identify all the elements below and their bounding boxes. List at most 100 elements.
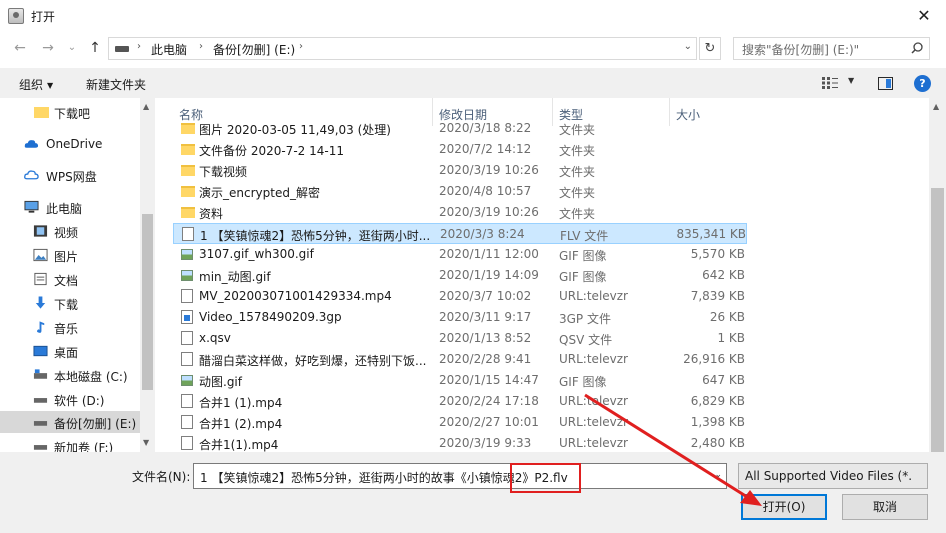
file-size: 6,829 KB: [690, 394, 745, 408]
file-row[interactable]: min_动图.gif 2020/1/19 14:09 GIF 图像 642 KB: [173, 265, 747, 286]
drive-icon: [33, 421, 48, 426]
filename-input[interactable]: 1 【笑镇惊魂2】恐怖5分钟，逛街两小时的故事《小镇惊魂2》P2.flv ⌄: [193, 463, 727, 489]
file-name: 演示_encrypted_解密: [199, 186, 320, 200]
sidebar-item-documents[interactable]: 文档: [0, 268, 140, 290]
breadcrumb-separator-icon: ›: [199, 41, 203, 52]
sidebar-item-label: 此电脑: [46, 202, 83, 216]
view-dropdown-icon[interactable]: ▼: [848, 76, 854, 85]
file-row[interactable]: 合并1(1).mp4 2020/3/19 9:33 URL:televzr 2,480…: [173, 433, 747, 452]
sidebar-item-onedrive[interactable]: OneDrive: [0, 133, 140, 155]
search-input[interactable]: 搜索"备份[勿删] (E:)": [733, 37, 930, 60]
scroll-up-icon[interactable]: ▲: [143, 102, 149, 111]
forward-arrow-icon[interactable]: →: [38, 38, 58, 58]
view-options-icon[interactable]: [822, 77, 838, 89]
breadcrumb-separator-icon: ›: [137, 41, 141, 52]
refresh-icon[interactable]: ↻: [699, 37, 721, 60]
file-row[interactable]: Video_1578490209.3gp 2020/3/11 9:17 3GP 文件…: [173, 307, 747, 328]
navigation-pane: 下载吧 OneDrive WPS网盘 此电脑 视频 图片 文档 下载 音乐 桌面…: [0, 98, 155, 452]
sidebar-item-drive-c[interactable]: 本地磁盘 (C:): [0, 364, 140, 386]
file-name: 资料: [199, 207, 224, 221]
file-type: URL:televzr: [559, 352, 628, 366]
file-list-scroll-thumb[interactable]: [931, 188, 944, 452]
file-row[interactable]: x.qsv 2020/1/13 8:52 QSV 文件 1 KB: [173, 328, 747, 349]
close-icon[interactable]: ✕: [910, 3, 938, 29]
file-date: 2020/2/24 17:18: [439, 394, 539, 408]
file-icon: [181, 352, 193, 366]
sidebar-item-drive-d[interactable]: 软件 (D:): [0, 388, 140, 410]
file-row[interactable]: 动图.gif 2020/1/15 14:47 GIF 图像 647 KB: [173, 370, 747, 391]
file-row[interactable]: MV_202003071001429334.mp4 2020/3/7 10:02 U…: [173, 286, 747, 307]
breadcrumb-drive-e[interactable]: 备份[勿删] (E:): [213, 41, 295, 58]
file-size: 1,398 KB: [690, 415, 745, 429]
recent-locations-chevron-icon[interactable]: ⌄: [62, 38, 82, 58]
file-date: 2020/7/2 14:12: [439, 142, 532, 156]
sidebar-item-label: 下载吧: [54, 107, 91, 121]
sidebar-scrollbar[interactable]: ▲ ▼: [140, 98, 155, 452]
file-name: 下载视频: [199, 165, 248, 179]
file-list-scrollbar[interactable]: ▲: [929, 98, 946, 452]
sidebar-item-pictures[interactable]: 图片: [0, 244, 140, 266]
organize-button[interactable]: 组织 ▼: [19, 76, 53, 93]
address-bar[interactable]: › 此电脑 › 备份[勿删] (E:) › ⌄: [108, 37, 697, 60]
help-icon[interactable]: ?: [914, 75, 931, 92]
file-type: URL:televzr: [559, 394, 628, 408]
sidebar-item-desktop[interactable]: 桌面: [0, 340, 140, 362]
sidebar-item-videos[interactable]: 视频: [0, 220, 140, 242]
back-arrow-icon[interactable]: ←: [10, 38, 30, 58]
file-type: URL:televzr: [559, 415, 628, 429]
file-row[interactable]: 图片 2020-03-05 11,49,03 (处理) 2020/3/18 8:2…: [173, 118, 747, 139]
scroll-down-icon[interactable]: ▼: [143, 438, 149, 447]
file-row[interactable]: 文件备份 2020-7-2 14-11 2020/7/2 14:12 文件夹: [173, 139, 747, 160]
file-size: 5,570 KB: [690, 247, 745, 261]
up-arrow-icon[interactable]: ↑: [85, 38, 105, 58]
sidebar-item-label: 文档: [54, 274, 79, 288]
file-row[interactable]: 资料 2020/3/19 10:26 文件夹: [173, 202, 747, 223]
file-icon: [181, 394, 193, 408]
file-row[interactable]: 3107.gif_wh300.gif 2020/1/11 12:00 GIF 图像 5…: [173, 244, 747, 265]
sidebar-item-this-pc[interactable]: 此电脑: [0, 196, 140, 218]
file-type-filter[interactable]: All Supported Video Files (*.: [738, 463, 928, 489]
file-name: 醋溜白菜这样做，好吃到爆，还特别下饭...: [199, 354, 427, 368]
video-file-icon: [181, 310, 193, 324]
cancel-button[interactable]: 取消: [842, 494, 928, 520]
sidebar-item-label: 下载: [54, 298, 79, 312]
sidebar-item-drive-e[interactable]: 备份[勿删] (E:): [0, 411, 140, 433]
file-date: 2020/3/3 8:24: [440, 227, 525, 241]
sidebar-scroll-thumb[interactable]: [142, 214, 153, 390]
window-title: 打开: [31, 10, 56, 24]
file-name: 合并1(1).mp4: [199, 438, 279, 452]
scroll-up-icon[interactable]: ▲: [933, 102, 939, 111]
file-name: 文件备份 2020-7-2 14-11: [199, 144, 344, 158]
picture-folder-icon: [33, 248, 48, 262]
sidebar-item-music[interactable]: 音乐: [0, 316, 140, 338]
file-row[interactable]: 醋溜白菜这样做，好吃到爆，还特别下饭... 2020/2/28 9:41 URL:t…: [173, 349, 747, 370]
file-name: 3107.gif_wh300.gif: [199, 247, 314, 261]
annotation-highlight-box: [510, 463, 581, 493]
sidebar-item-xiazaiba[interactable]: 下载吧: [0, 101, 140, 123]
sidebar-item-label: 本地磁盘 (C:): [54, 370, 128, 384]
address-dropdown-icon[interactable]: ⌄: [684, 41, 692, 52]
file-date: 2020/1/15 14:47: [439, 373, 539, 387]
file-size: 647 KB: [702, 373, 745, 387]
folder-icon: [181, 186, 195, 197]
drive-icon: [115, 46, 129, 52]
open-button[interactable]: 打开(O): [741, 494, 827, 520]
sidebar-item-downloads[interactable]: 下载: [0, 292, 140, 314]
new-folder-button[interactable]: 新建文件夹: [86, 76, 146, 93]
filename-label: 文件名(N):: [132, 470, 191, 484]
sidebar-item-wps-cloud[interactable]: WPS网盘: [0, 164, 140, 186]
document-folder-icon: [34, 272, 47, 286]
preview-pane-icon[interactable]: [878, 77, 893, 90]
video-folder-icon: [33, 225, 48, 237]
file-row[interactable]: 合并1 (2).mp4 2020/2/27 10:01 URL:televzr 1,3…: [173, 412, 747, 433]
file-row[interactable]: 演示_encrypted_解密 2020/4/8 10:57 文件夹: [173, 181, 747, 202]
file-date: 2020/3/19 9:33: [439, 436, 532, 450]
sidebar-item-drive-f[interactable]: 新加卷 (F:): [0, 435, 140, 452]
file-row[interactable]: 下载视频 2020/3/19 10:26 文件夹: [173, 160, 747, 181]
file-row[interactable]: 合并1 (1).mp4 2020/2/24 17:18 URL:televzr 6,8…: [173, 391, 747, 412]
breadcrumb-this-pc[interactable]: 此电脑: [151, 41, 187, 58]
filename-dropdown-icon[interactable]: ⌄: [714, 470, 722, 480]
file-name: Video_1578490209.3gp: [199, 310, 342, 324]
file-row[interactable]: 1 【笑镇惊魂2】恐怖5分钟，逛街两小时... 2020/3/3 8:24 FLV …: [173, 223, 747, 244]
file-date: 2020/4/8 10:57: [439, 184, 532, 198]
